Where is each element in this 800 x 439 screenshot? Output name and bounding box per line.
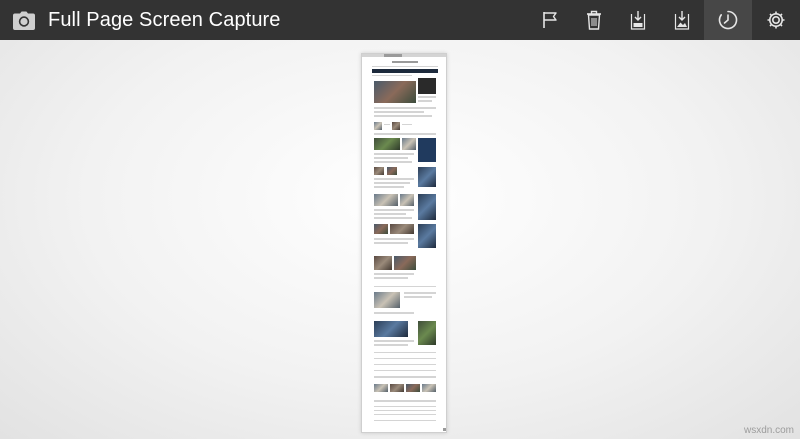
delete-button[interactable] bbox=[572, 0, 616, 40]
flag-button[interactable] bbox=[528, 0, 572, 40]
settings-button[interactable] bbox=[752, 0, 800, 40]
toolbar bbox=[528, 0, 800, 40]
camera-icon bbox=[12, 8, 36, 32]
flag-icon bbox=[542, 11, 558, 29]
watermark: wsxdn.com bbox=[743, 425, 794, 436]
download-image-button[interactable] bbox=[660, 0, 704, 40]
top-bar: Full Page Screen Capture bbox=[0, 0, 800, 40]
trash-icon bbox=[586, 10, 602, 30]
app-title: Full Page Screen Capture bbox=[48, 8, 281, 31]
gear-icon bbox=[766, 10, 786, 30]
captured-page-preview[interactable] bbox=[361, 53, 447, 433]
timer-icon bbox=[718, 10, 738, 30]
download-image-icon bbox=[674, 10, 690, 30]
download-pdf-icon bbox=[630, 10, 646, 30]
download-pdf-button[interactable] bbox=[616, 0, 660, 40]
timer-button[interactable] bbox=[704, 0, 752, 40]
